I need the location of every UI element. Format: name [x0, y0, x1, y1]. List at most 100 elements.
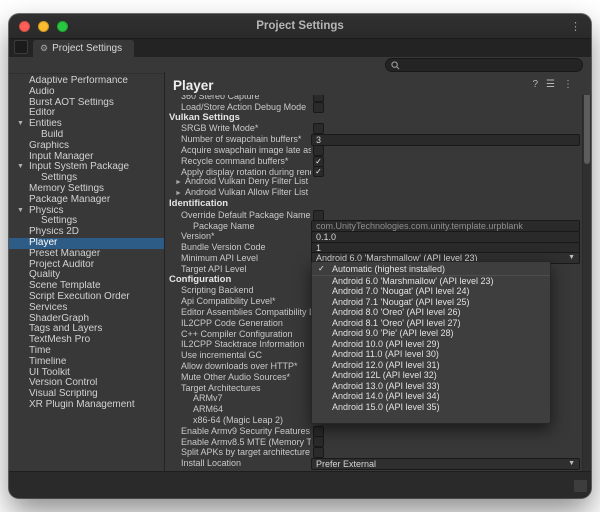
sidebar-item-timeline[interactable]: Timeline [9, 357, 164, 368]
presets-icon[interactable]: ☰ [546, 80, 555, 90]
foldout-open-icon[interactable]: ▼ [17, 162, 24, 173]
checkbox[interactable] [313, 102, 324, 113]
row-android-vulkan-allow-filter-list: ►Android Vulkan Allow Filter List [165, 188, 591, 199]
checkbox[interactable] [313, 426, 324, 437]
sidebar-item-package-manager[interactable]: Package Manager [9, 195, 164, 206]
sidebar-item-label: ShaderGraph [29, 314, 89, 324]
row-package-name: Package Namecom.UnityTechnologies.com.un… [165, 221, 591, 232]
menu-item-android-6-0-marshmallow-api-level-23[interactable]: Android 6.0 'Marshmallow' (API level 23) [312, 276, 550, 287]
sidebar-item-input-system-package[interactable]: ▼Input System Package [9, 162, 164, 173]
sidebar-item-physics[interactable]: ▼Physics [9, 206, 164, 217]
sidebar-item-settings[interactable]: Settings [9, 216, 164, 227]
menu-item-automatic-highest-installed[interactable]: ✓Automatic (highest installed) [312, 264, 550, 276]
chevron-down-icon: ▼ [568, 253, 575, 263]
row-value: ✓ [311, 156, 580, 167]
checkbox[interactable]: ✓ [313, 156, 324, 167]
sidebar-item-textmesh-pro[interactable]: TextMesh Pro [9, 335, 164, 346]
window-menu-icon[interactable]: ⋮ [570, 20, 581, 33]
row-enable-armv8-5-mte-memory-tagging-extension: Enable Armv8.5 MTE (Memory Tagging Exten… [165, 437, 591, 448]
menu-item-android-8-1-oreo-api-level-27[interactable]: Android 8.1 'Oreo' (API level 27) [312, 318, 550, 329]
sidebar-item-tags-and-layers[interactable]: Tags and Layers [9, 324, 164, 335]
checkbox[interactable]: ✓ [313, 166, 324, 177]
foldout-closed-icon[interactable]: ► [175, 179, 182, 186]
row-bundle-version-code: Bundle Version Code1 [165, 242, 591, 253]
sidebar-item-player[interactable]: Player [9, 238, 164, 249]
sidebar-item-ui-toolkit[interactable]: UI Toolkit [9, 368, 164, 379]
row-label: Package Name [165, 221, 311, 232]
foldout-open-icon[interactable]: ▼ [17, 206, 24, 217]
text-field[interactable]: 3 [311, 134, 580, 146]
menu-item-android-9-0-pie-api-level-28[interactable]: Android 9.0 'Pie' (API level 28) [312, 328, 550, 339]
foldout-closed-icon[interactable]: ► [175, 190, 182, 197]
search-input[interactable] [403, 60, 577, 70]
row-label: C++ Compiler Configuration [165, 329, 311, 340]
minimize-button[interactable] [38, 21, 49, 32]
sidebar-item-graphics[interactable]: Graphics [9, 141, 164, 152]
checkbox[interactable] [313, 436, 324, 447]
sidebar-item-entities[interactable]: ▼Entities [9, 119, 164, 130]
foldout-open-icon[interactable]: ▼ [17, 119, 24, 130]
sidebar-item-memory-settings[interactable]: Memory Settings [9, 184, 164, 195]
menu-item-android-13-0-api-level-33[interactable]: Android 13.0 (API level 33) [312, 381, 550, 392]
sidebar-item-project-auditor[interactable]: Project Auditor [9, 260, 164, 271]
menu-item-android-12-0-api-level-31[interactable]: Android 12.0 (API level 31) [312, 360, 550, 371]
sidebar-item-preset-manager[interactable]: Preset Manager [9, 249, 164, 260]
row-label: ARMv7 [165, 393, 311, 404]
zoom-button[interactable] [57, 21, 68, 32]
menu-item-android-10-0-api-level-29[interactable]: Android 10.0 (API level 29) [312, 339, 550, 350]
sidebar-item-label: Audio [29, 87, 55, 97]
sidebar-item-adaptive-performance[interactable]: Adaptive Performance [9, 76, 164, 87]
sidebar-item-build[interactable]: Build [9, 130, 164, 141]
sidebar-item-editor[interactable]: Editor [9, 108, 164, 119]
bottom-bar [9, 471, 591, 498]
sidebar-item-version-control[interactable]: Version Control [9, 378, 164, 389]
sidebar-item-quality[interactable]: Quality [9, 270, 164, 281]
row-number-of-swapchain-buffers: Number of swapchain buffers*3 [165, 134, 591, 145]
tab-project-settings[interactable]: ⚙ Project Settings [33, 40, 134, 57]
more-icon[interactable]: ⋮ [563, 80, 573, 90]
sidebar-item-scene-template[interactable]: Scene Template [9, 281, 164, 292]
row-value [311, 436, 580, 447]
sidebar-item-services[interactable]: Services [9, 303, 164, 314]
menu-item-android-11-0-api-level-30[interactable]: Android 11.0 (API level 30) [312, 349, 550, 360]
row-label: Api Compatibility Level* [165, 296, 311, 307]
dropdown[interactable]: Prefer External▼ [311, 458, 580, 470]
help-icon[interactable]: ? [532, 80, 538, 90]
row-label: Scripting Backend [165, 285, 311, 296]
menu-item-android-7-0-nougat-api-level-24[interactable]: Android 7.0 'Nougat' (API level 24) [312, 286, 550, 297]
row-version: Version*0.1.0 [165, 231, 591, 242]
search-box[interactable] [385, 58, 583, 72]
sidebar-item-label: Package Manager [29, 195, 110, 205]
row-label: Target API Level [165, 264, 311, 275]
sidebar-item-settings[interactable]: Settings [9, 173, 164, 184]
checkbox[interactable] [313, 145, 324, 156]
sidebar-item-label: Input Manager [29, 152, 94, 162]
sidebar-item-xr-plugin-management[interactable]: XR Plugin Management [9, 400, 164, 411]
sidebar-item-label: Visual Scripting [29, 389, 98, 399]
menu-item-android-12l-api-level-32[interactable]: Android 12L (API level 32) [312, 370, 550, 381]
sidebar-item-label: XR Plugin Management [29, 400, 135, 410]
row-value: Prefer External▼ [311, 458, 580, 470]
title-bar[interactable]: Project Settings ⋮ [9, 14, 591, 39]
sidebar-item-label: Player [29, 238, 57, 248]
sidebar-item-label: Services [29, 303, 67, 313]
sidebar-item-visual-scripting[interactable]: Visual Scripting [9, 389, 164, 400]
menu-item-android-8-0-oreo-api-level-26[interactable]: Android 8.0 'Oreo' (API level 26) [312, 307, 550, 318]
row-value: 3 [311, 134, 580, 146]
sidebar-item-shadergraph[interactable]: ShaderGraph [9, 314, 164, 325]
sidebar-item-script-execution-order[interactable]: Script Execution Order [9, 292, 164, 303]
resize-grip[interactable] [573, 479, 588, 493]
row-label: Version* [165, 231, 311, 242]
sidebar-item-input-manager[interactable]: Input Manager [9, 152, 164, 163]
gear-icon: ⚙ [40, 43, 48, 54]
dock-icon[interactable] [14, 40, 28, 54]
menu-item-android-7-1-nougat-api-level-25[interactable]: Android 7.1 'Nougat' (API level 25) [312, 297, 550, 308]
sidebar-item-time[interactable]: Time [9, 346, 164, 357]
sidebar-item-burst-aot-settings[interactable]: Burst AOT Settings [9, 98, 164, 109]
row-label: Use incremental GC [165, 350, 311, 361]
close-button[interactable] [19, 21, 30, 32]
menu-item-android-15-0-api-level-35[interactable]: Android 15.0 (API level 35) [312, 402, 550, 413]
sidebar-item-audio[interactable]: Audio [9, 87, 164, 98]
sidebar-item-physics-2d[interactable]: Physics 2D [9, 227, 164, 238]
menu-item-android-14-0-api-level-34[interactable]: Android 14.0 (API level 34) [312, 391, 550, 402]
